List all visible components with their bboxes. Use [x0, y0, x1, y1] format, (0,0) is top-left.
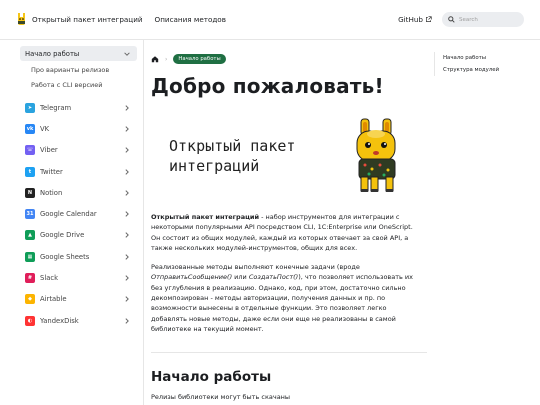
sidebar: Начало работы Про варианты релизов Работ…	[0, 40, 144, 405]
sidebar-subitem-releases[interactable]: Про варианты релизов	[20, 62, 137, 77]
sidebar-item-label: Google Drive	[40, 231, 85, 240]
brand[interactable]: Открытый пакет интеграций	[16, 13, 143, 26]
telegram-icon: ➤	[25, 102, 35, 113]
sidebar-item-label: VK	[40, 124, 50, 133]
sidebar-item-label: Viber	[40, 146, 58, 155]
chevron-right-icon	[125, 211, 129, 217]
yandexdisk-icon: ◐	[25, 315, 35, 326]
sidebar-item-telegram[interactable]: ➤ Telegram	[20, 97, 137, 118]
search-icon	[448, 16, 455, 23]
sidebar-item-google-sheets[interactable]: ▦ Google Sheets	[20, 246, 137, 267]
sidebar-item-vk[interactable]: vk VK	[20, 118, 137, 139]
slack-icon: #	[25, 273, 35, 284]
search-input[interactable]	[459, 16, 519, 23]
external-link-icon	[426, 16, 432, 22]
methods-code-1: ОтправитьСообщение()	[151, 273, 233, 282]
chevron-right-icon	[125, 253, 129, 260]
sidebar-subitem-cli[interactable]: Работа с CLI версией	[20, 77, 137, 92]
toc-item-module-structure[interactable]: Структура модулей	[443, 64, 534, 76]
search-box[interactable]	[442, 12, 524, 27]
sidebar-item-label: Google Sheets	[40, 252, 90, 261]
sidebar-item-viber[interactable]: ☏ Viber	[20, 140, 137, 161]
google-drive-icon: ▲	[25, 230, 35, 241]
vk-icon: vk	[25, 123, 35, 134]
hero-banner: Открытый пакет интеграций	[169, 116, 428, 196]
chevron-right-icon	[125, 147, 129, 153]
methods-text-c: ), что позволяет использовать их без угл…	[151, 273, 413, 333]
sidebar-item-label: Notion	[40, 188, 63, 197]
sidebar-item-label: Airtable	[40, 295, 67, 304]
hero-line-2: интеграций	[169, 157, 260, 175]
chevron-right-icon	[125, 190, 129, 196]
hero-text: Открытый пакет интеграций	[169, 136, 339, 176]
hero-line-1: Открытый пакет	[169, 137, 296, 155]
sidebar-item-label: Twitter	[40, 167, 63, 176]
methods-code-2: СоздатьПост()	[248, 273, 299, 282]
sidebar-group-label: Начало работы	[25, 49, 80, 58]
github-link[interactable]: GitHub	[398, 15, 432, 24]
navbar: Открытый пакет интеграций Описания метод…	[0, 0, 540, 40]
main-content: › Начало работы Добро пожаловать! Открыт…	[144, 40, 434, 405]
sidebar-item-slack[interactable]: # Slack	[20, 267, 137, 288]
intro-paragraph: Открытый пакет интеграций - набор инстру…	[151, 212, 423, 253]
twitter-icon: t	[25, 166, 35, 177]
sidebar-item-google-drive[interactable]: ▲ Google Drive	[20, 225, 137, 246]
sidebar-item-label: Google Calendar	[40, 210, 97, 219]
github-label: GitHub	[398, 15, 423, 24]
chevron-right-icon	[125, 317, 129, 324]
methods-link[interactable]: Описания методов	[155, 15, 226, 24]
notion-icon: N	[25, 187, 35, 198]
llama-mascot-image	[356, 118, 396, 192]
breadcrumb: › Начало работы	[151, 52, 428, 66]
chevron-right-icon	[125, 126, 129, 132]
page-title: Добро пожаловать!	[151, 74, 384, 98]
sidebar-group-getting-started[interactable]: Начало работы	[20, 46, 137, 61]
chevron-right-icon	[125, 232, 129, 239]
sidebar-item-airtable[interactable]: ◆ Airtable	[20, 289, 137, 310]
llama-logo-icon	[18, 13, 25, 25]
viber-icon: ☏	[25, 145, 35, 156]
google-calendar-icon: 31	[25, 209, 35, 220]
chevron-right-icon	[125, 104, 129, 111]
chevron-down-icon	[124, 51, 130, 56]
chevron-right-icon	[125, 275, 129, 281]
sidebar-item-notion[interactable]: N Notion	[20, 182, 137, 203]
sidebar-item-google-calendar[interactable]: 31 Google Calendar	[20, 203, 137, 224]
section-divider	[151, 352, 427, 354]
sidebar-item-twitter[interactable]: t Twitter	[20, 161, 137, 182]
chevron-right-icon	[125, 296, 129, 303]
sidebar-item-yandexdisk[interactable]: ◐ YandexDisk	[20, 310, 137, 331]
home-icon[interactable]	[151, 55, 159, 63]
google-sheets-icon: ▦	[25, 251, 35, 262]
intro-bold: Открытый пакет интеграций	[151, 213, 260, 221]
toc-item-getting-started[interactable]: Начало работы	[443, 52, 534, 64]
methods-paragraph: Реализованные методы выполняют конечные …	[151, 262, 423, 334]
breadcrumb-current: Начало работы	[173, 54, 226, 64]
table-of-contents: Начало работы Структура модулей	[434, 52, 534, 76]
chevron-right-icon	[125, 168, 129, 175]
airtable-icon: ◆	[25, 294, 35, 305]
site-title: Открытый пакет интеграций	[32, 15, 143, 24]
methods-text-b: или	[232, 273, 249, 282]
section-heading: Начало работы	[151, 369, 272, 386]
breadcrumb-separator: ›	[165, 55, 168, 63]
section-text: Релизы библиотеки могут быть скачаны	[151, 393, 291, 402]
sidebar-item-label: Slack	[40, 274, 59, 283]
sidebar-item-label: YandexDisk	[40, 316, 79, 325]
methods-text-a: Реализованные методы выполняют конечные …	[151, 263, 360, 272]
sidebar-item-label: Telegram	[40, 103, 72, 112]
